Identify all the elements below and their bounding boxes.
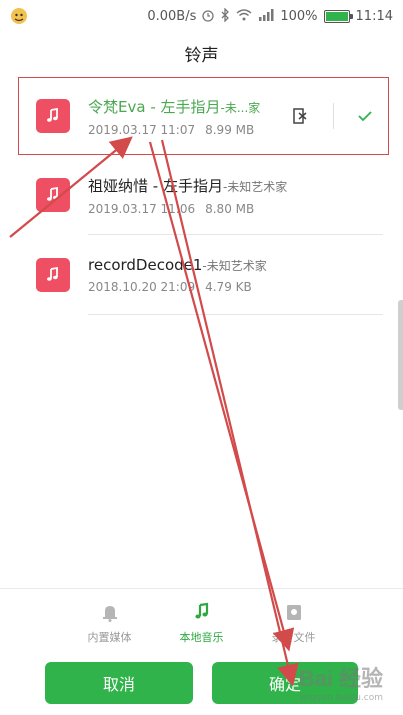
- tab-builtin-media[interactable]: 内置媒体: [78, 601, 142, 650]
- trim-ringtone-icon[interactable]: [289, 105, 311, 127]
- tab-recording-files[interactable]: 录音文件: [262, 601, 326, 650]
- ringtone-list: 令梵Eva - 左手指月-未...家 2019.03.17 11:07 8.99 …: [0, 75, 403, 315]
- list-item-ringtone-3[interactable]: recordDecode1-未知艺术家 2018.10.20 21:09 4.79…: [0, 235, 403, 315]
- network-speed: 0.00B/s: [147, 8, 197, 24]
- alarm-icon: [202, 8, 215, 25]
- ringtone-meta: 2019.03.17 11:07 8.99 MB: [88, 122, 255, 137]
- action-divider: [333, 103, 334, 129]
- tab-local-music[interactable]: 本地音乐: [170, 601, 234, 650]
- music-file-icon: [36, 258, 70, 292]
- ringtone-title: recordDecode1-未知艺术家: [88, 256, 267, 274]
- ringtone-meta: 2019.03.17 11:06 8.80 MB: [88, 201, 255, 216]
- bluetooth-icon: [220, 6, 230, 25]
- list-item-ringtone-1[interactable]: 令梵Eva - 左手指月-未...家 2019.03.17 11:07 8.99 …: [18, 77, 389, 155]
- music-note-icon: [191, 601, 213, 623]
- signal-icon: [258, 8, 274, 24]
- ringtone-title: 祖娅纳惜 - 左手指月-未知艺术家: [88, 176, 288, 195]
- recording-file-icon: [283, 601, 305, 623]
- clock: 11:14: [355, 8, 393, 24]
- bell-icon: [99, 601, 121, 623]
- ringtone-title: 令梵Eva - 左手指月-未...家: [88, 97, 261, 116]
- scrollbar[interactable]: [398, 300, 403, 410]
- list-item-ringtone-2[interactable]: 祖娅纳惜 - 左手指月-未知艺术家 2019.03.17 11:06 8.80 M…: [0, 155, 403, 235]
- selected-check-icon: [356, 107, 374, 125]
- music-file-icon: [36, 178, 70, 212]
- status-bar: 0.00B/s 100% 11:14: [0, 0, 403, 32]
- wifi-icon: [236, 8, 252, 24]
- cancel-button[interactable]: 取消: [45, 662, 193, 704]
- music-file-icon: [36, 99, 70, 133]
- battery-icon: [323, 9, 353, 23]
- ringtone-meta: 2018.10.20 21:09 4.79 KB: [88, 280, 252, 294]
- battery-percent: 100%: [280, 8, 318, 24]
- page-title: 铃声: [184, 45, 219, 66]
- source-tab-bar: 内置媒体 本地音乐 录音文件: [0, 588, 403, 650]
- row-divider: [88, 314, 383, 315]
- watermark-url: jingyan.baidu.com: [299, 693, 383, 703]
- app-avatar-icon: [10, 6, 34, 26]
- watermark-logo: Bai 经验: [298, 666, 383, 691]
- watermark: Bai 经验 jingyan.baidu.com: [299, 661, 383, 703]
